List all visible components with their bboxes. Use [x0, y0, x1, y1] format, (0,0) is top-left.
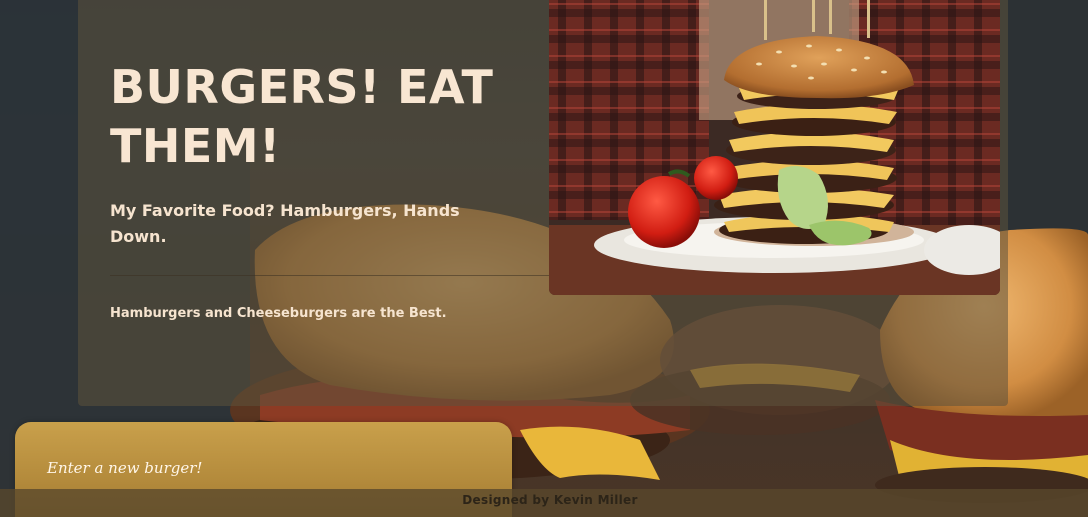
- footer-credit: Designed by Kevin Miller: [462, 493, 638, 507]
- hero-body-text: Hamburgers and Cheeseburgers are the Bes…: [110, 306, 447, 321]
- hero-subtitle: My Favorite Food? Hamburgers, Hands Down…: [110, 201, 460, 246]
- burger-input[interactable]: Enter a new burger!: [47, 459, 202, 477]
- hero-burger-photo: [549, 0, 1000, 295]
- divider: [110, 275, 550, 276]
- page-title: BURGERS! EAT THEM!: [110, 60, 494, 173]
- stacked-burger-illustration: [549, 0, 1000, 295]
